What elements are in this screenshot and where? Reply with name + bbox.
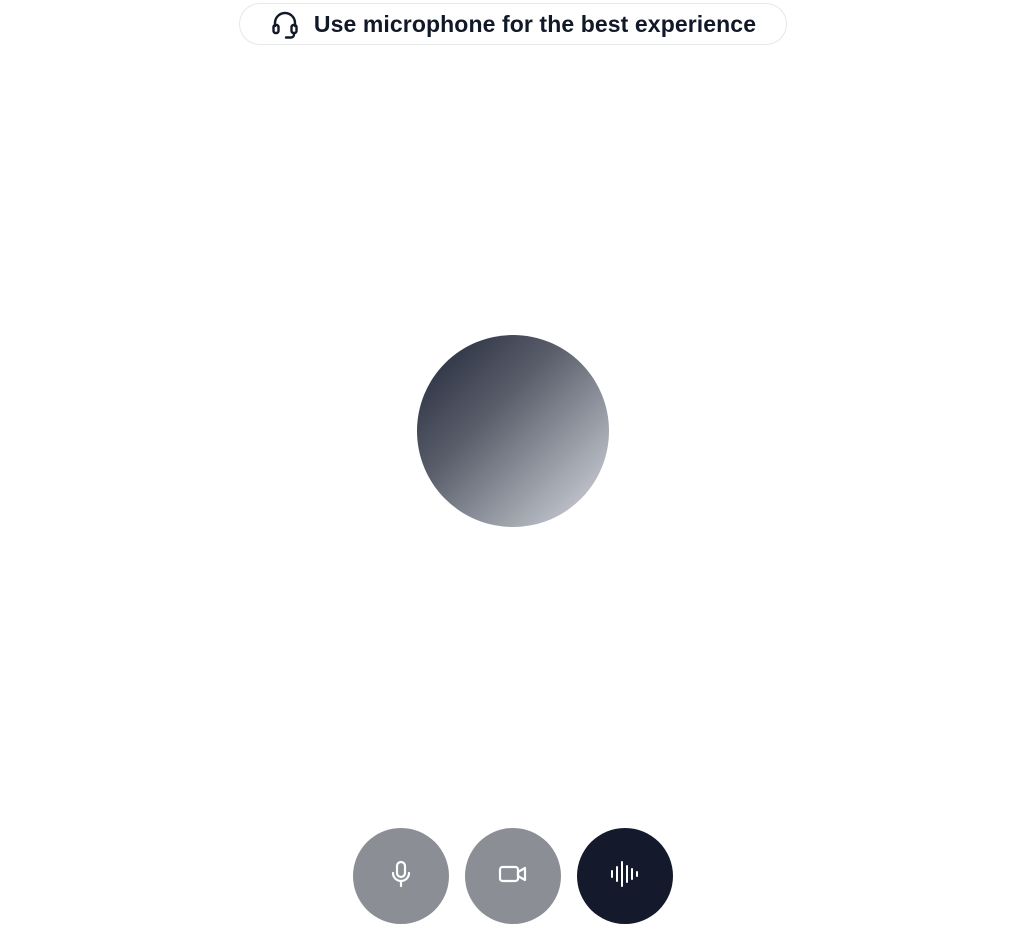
microphone-icon [386,859,416,894]
voice-orb [417,335,609,527]
banner-text: Use microphone for the best experience [313,10,757,37]
microphone-hint-banner: Use microphone for the best experience [239,3,787,45]
camera-button[interactable] [465,828,561,924]
microphone-button[interactable] [353,828,449,924]
voice-wave-button[interactable] [577,828,673,924]
video-camera-icon [497,859,529,894]
audio-waveform-icon [609,859,641,894]
voice-session-screen: Use microphone for the best experience [0,0,1034,936]
headset-icon [270,9,300,39]
call-controls [353,828,673,924]
